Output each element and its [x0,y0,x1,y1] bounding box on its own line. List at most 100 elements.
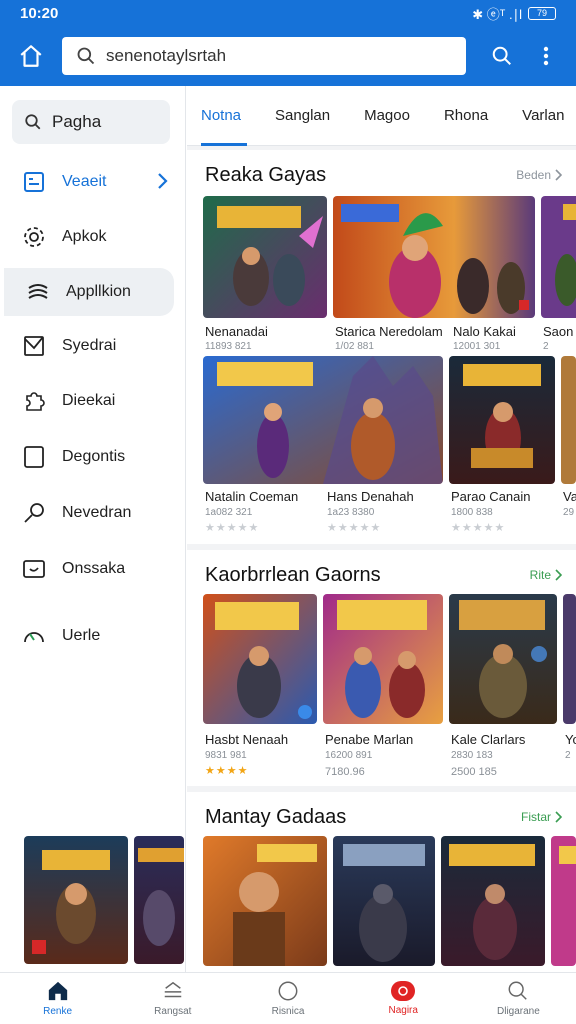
game-meta: 16200 891 [325,750,373,761]
game-title: Nenanadai [205,324,268,339]
game-card[interactable]: Penabe Marlan 16200 891 7180.96 [323,594,443,780]
home-button[interactable] [0,26,62,86]
game-meta: 2 [543,341,549,352]
gauge-icon [24,632,44,643]
game-art [333,196,535,318]
puzzle-icon [26,392,45,411]
game-art [561,356,576,484]
nav-rangsat[interactable]: Rangsat [115,973,230,1024]
tab-varlan[interactable]: Varlan [508,86,576,146]
app-bar [0,26,576,86]
search-icon [508,981,528,1000]
sidebar-item-label: Uerle [62,627,101,644]
sidebar-item-dieekai[interactable]: Dieekai [0,377,186,425]
game-art [449,356,555,484]
search-icon [77,47,95,65]
menu-icon [164,981,182,998]
game-title: Nalo Kakai [453,324,516,339]
game-card[interactable]: Hasbt Nenaah 9831 981 ★★★★ [203,594,317,780]
game-art [203,594,317,724]
home-icon [20,45,42,67]
battery-icon: 79 [528,6,556,20]
game-meta: 1a082 321 [205,507,253,518]
nav-risnica[interactable]: Risnica [230,973,345,1024]
mail-icon [24,336,44,356]
sidebar-item-degontis[interactable]: Degontis [0,433,186,481]
sidebar-item-apkok[interactable]: Apkok [0,213,186,261]
sidebar-item-label: Veaeit [62,173,107,190]
tab-rhona[interactable]: Rhona [430,86,502,146]
section-kaorbrrlean-gaorns: Kaorbrrlean Gaorns Rite Hasbt Nenaah 983… [187,550,576,786]
game-meta: 1a23 8380 [327,507,375,518]
game-art [563,594,576,724]
section-title: Reaka Gayas [205,164,327,186]
game-title: Starica Neredolam [335,324,443,339]
sidebar-item-label: Degontis [62,448,126,465]
search-bar[interactable] [62,37,466,75]
game-thumbnail[interactable] [134,836,184,964]
sidebar-item-label: Appllkion [66,283,131,300]
tab-notna[interactable]: Notna [187,86,255,146]
nav-nagira[interactable]: Nagira [346,973,461,1024]
game-card-label[interactable]: Nalo Kakai 12001 301 [451,324,539,358]
game-meta: 12001 301 [453,341,501,352]
game-title: Hans Denahah [327,489,414,504]
search-button[interactable] [480,26,524,86]
nav-label: Risnica [271,1006,305,1017]
game-title: Penabe Marlan [325,732,414,747]
sidebar-item-onssaka[interactable]: Onssaka [0,545,186,593]
search-icon [492,46,511,65]
sidebar-search[interactable]: Pagha [12,100,170,144]
rating-stars: ★★★★★ [327,522,382,534]
sidebar-item-nevedran[interactable]: Nevedran [0,489,186,537]
game-thumbnail[interactable] [24,836,128,964]
sidebar-item-appllkion[interactable]: Appllkion [4,268,174,316]
game-title: Kale Clarlars [451,732,526,747]
chevron-right-icon [555,569,562,581]
game-meta: 2 [565,750,571,761]
game-card[interactable] [333,836,435,966]
see-more-link[interactable]: Rite [530,568,562,582]
sidebar-item-uerle[interactable]: Uerle [0,612,186,660]
overflow-menu-button[interactable] [524,26,568,86]
game-meta: 29 [563,507,575,518]
game-card[interactable]: Parao Canain 1800 838 ★★★★★ [449,356,557,536]
game-card[interactable]: Yo 2 [563,594,576,780]
game-title: Parao Canain [451,489,531,504]
nav-renke[interactable]: Renke [0,973,115,1024]
rating-stars: ★★★★★ [205,522,260,534]
nav-dligarane[interactable]: Dligarane [461,973,576,1024]
circle-icon [278,981,298,1001]
game-card[interactable] [203,836,327,966]
game-title: Natalin Coeman [205,489,299,504]
sidebar-item-veaeit[interactable]: Veaeit [0,158,186,206]
game-title: Yo [565,732,576,747]
game-price: 7180.96 [325,766,365,778]
sidebar-item-label: Dieekai [62,392,116,409]
more-vert-icon [543,46,549,66]
game-card[interactable]: Saon 2 [541,196,576,352]
tab-magoo[interactable]: Magoo [350,86,424,146]
nav-label: Renke [43,1006,73,1017]
game-card[interactable] [441,836,545,966]
nav-label: Rangsat [154,1006,192,1017]
game-art [203,836,327,966]
game-card[interactable] [551,836,576,966]
see-more-link[interactable]: Beden [516,168,562,182]
game-meta: 1800 838 [451,507,493,518]
game-card-label[interactable]: Hans Denahah 1a23 8380 ★★★★★ [325,489,435,539]
game-art [541,196,576,318]
search-input[interactable] [106,46,436,66]
game-art [203,196,327,318]
sidebar-item-syedrai[interactable]: Syedrai [0,322,186,370]
section-mantay-gadaas: Mantay Gadaas Fistar [187,792,576,972]
game-card[interactable]: Nenanadai 11893 821 [203,196,327,352]
tab-sanglan[interactable]: Sanglan [261,86,344,146]
main-content: Notna Sanglan Magoo Rhona Varlan Reaka G… [187,86,576,972]
game-card[interactable]: Va 29 [561,356,576,536]
chevron-right-icon [555,169,562,181]
game-card[interactable]: Kale Clarlars 2830 183 2500 185 [449,594,557,780]
see-more-link[interactable]: Fistar [521,810,562,824]
nav-label: Dligarane [497,1006,540,1017]
rating-stars: ★★★★ [205,765,249,777]
